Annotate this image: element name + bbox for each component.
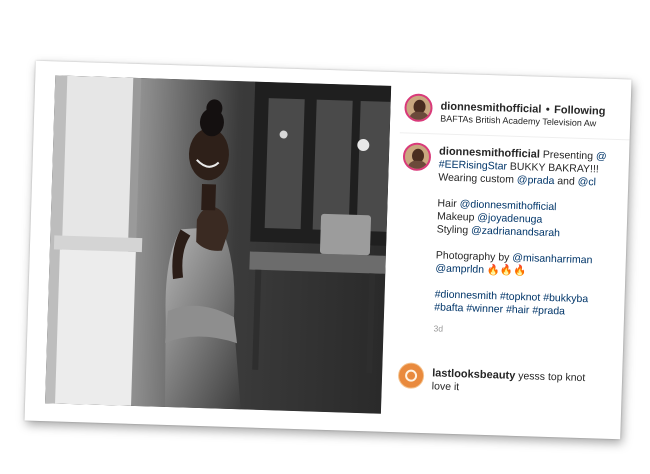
caption-text: dionnesmithofficial Presenting @ #EERisi… <box>433 145 631 341</box>
header-separator: • <box>545 103 550 116</box>
following-button[interactable]: Following <box>554 104 606 118</box>
comment-text: lastlooksbeauty yesss top knot love it <box>432 367 623 399</box>
caption-text-span: and <box>554 175 578 188</box>
profile-avatar-icon[interactable] <box>404 93 433 123</box>
caption-body: #EERisingStar BUKKY BAKRAY!!! Wearing cus… <box>434 158 631 320</box>
caption-text-span: Makeup <box>436 210 478 224</box>
caption-link[interactable]: #bafta <box>434 301 464 314</box>
caption-link[interactable]: #dionnesmith <box>434 288 497 302</box>
caption-link[interactable]: @prada <box>517 174 555 187</box>
caption-link[interactable]: #prada <box>532 304 565 317</box>
caption-link[interactable]: @cl <box>578 176 597 189</box>
caption-link[interactable]: #winner <box>466 302 503 315</box>
caption-avatar-icon[interactable] <box>402 142 432 172</box>
caption-link[interactable]: @ <box>596 150 607 162</box>
post-photo[interactable] <box>45 75 392 414</box>
comment-item: lastlooksbeauty yesss top knot love it <box>393 362 632 393</box>
post-caption: dionnesmithofficial Presenting @ #EERisi… <box>399 142 631 334</box>
caption-link[interactable]: #EERisingStar <box>439 158 508 172</box>
caption-text-span: Wearing custom <box>438 171 518 186</box>
comment-body-line1: yesss top knot <box>515 369 586 385</box>
post-timestamp[interactable]: 3d <box>433 322 631 341</box>
caption-link[interactable]: @joyadenuga <box>477 212 542 226</box>
caption-link[interactable]: #topknot <box>500 290 541 303</box>
caption-text-span: Photography by <box>435 249 513 264</box>
post-details-panel: dionnesmithofficial • Following BAFTAs B… <box>391 86 632 423</box>
caption-link[interactable]: #hair <box>506 304 530 317</box>
caption-line: Presenting @ <box>543 149 607 163</box>
caption-link[interactable]: @amprldn <box>435 262 484 276</box>
post-header: dionnesmithofficial • Following BAFTAs B… <box>399 86 632 141</box>
caption-text-span: Styling <box>436 223 472 237</box>
caption-link[interactable]: #bukkyba <box>543 292 588 305</box>
instagram-post-card: dionnesmithofficial • Following BAFTAs B… <box>24 60 632 440</box>
lastlooksbeauty-logo-icon[interactable] <box>397 362 425 390</box>
caption-text-span: 🔥🔥🔥 <box>483 263 527 278</box>
post-photo-image <box>45 75 392 414</box>
caption-text-span: Presenting <box>542 148 597 163</box>
caption-text-span: Hair <box>437 197 460 211</box>
caption-link[interactable]: @misanharriman <box>512 252 592 267</box>
caption-link[interactable]: @zadrianandsarah <box>471 224 560 239</box>
